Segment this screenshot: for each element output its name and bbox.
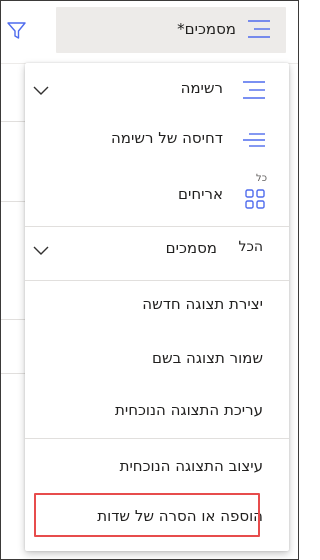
menu-item-label: אריחים bbox=[178, 185, 223, 203]
background-row-divider bbox=[1, 319, 25, 320]
menu-item-label: דחיסה של רשימה bbox=[110, 129, 223, 147]
menu-item-compact-list-view[interactable]: דחיסה של רשימה bbox=[25, 117, 289, 163]
background-row-divider bbox=[1, 373, 25, 374]
window-frame: מסמכים* רשימה דחיסה של רשימה כל אריחים ה… bbox=[0, 0, 299, 560]
command-bar: מסמכים* bbox=[1, 1, 298, 64]
menu-item-label: רשימה bbox=[180, 79, 223, 97]
filter-icon[interactable] bbox=[5, 19, 29, 43]
compact-list-icon bbox=[243, 128, 267, 152]
view-options-menu: רשימה דחיסה של רשימה כל אריחים הכל מסמכי… bbox=[25, 63, 289, 551]
edit-current-view-item[interactable]: עריכת התצוגה הנוכחית bbox=[25, 389, 289, 435]
list-icon bbox=[243, 78, 267, 102]
menu-item-label: עיצוב התצוגה הנוכחית bbox=[119, 457, 263, 475]
menu-item-label: עריכת התצוגה הנוכחית bbox=[114, 401, 263, 419]
highlight-box bbox=[34, 493, 260, 537]
all-section-label: מסמכים bbox=[165, 239, 217, 257]
menu-divider bbox=[25, 280, 289, 281]
tiles-badge: כל bbox=[256, 173, 267, 184]
save-view-as-item[interactable]: שמור תצוגה בשם bbox=[25, 337, 289, 383]
background-row-divider bbox=[1, 121, 25, 122]
chevron-down-icon[interactable] bbox=[31, 240, 51, 260]
all-section-prefix: הכל bbox=[238, 239, 263, 255]
background-row-divider bbox=[1, 201, 25, 202]
menu-item-all-documents[interactable]: הכל מסמכים bbox=[25, 227, 289, 273]
menu-item-list-view[interactable]: רשימה bbox=[25, 67, 289, 113]
format-current-view-item[interactable]: עיצוב התצוגה הנוכחית bbox=[25, 445, 289, 491]
list-lines-icon bbox=[246, 18, 272, 44]
current-view-label: מסמכים* bbox=[177, 20, 236, 38]
menu-item-label: יצירת תצוגה חדשה bbox=[142, 295, 263, 313]
menu-divider bbox=[25, 438, 289, 439]
view-selector-button[interactable]: מסמכים* bbox=[56, 7, 286, 53]
create-new-view-item[interactable]: יצירת תצוגה חדשה bbox=[25, 283, 289, 329]
chevron-down-icon[interactable] bbox=[31, 80, 51, 100]
menu-item-tiles-view[interactable]: כל אריחים bbox=[25, 173, 289, 219]
tiles-icon bbox=[243, 187, 267, 211]
menu-item-label: שמור תצוגה בשם bbox=[152, 349, 263, 367]
